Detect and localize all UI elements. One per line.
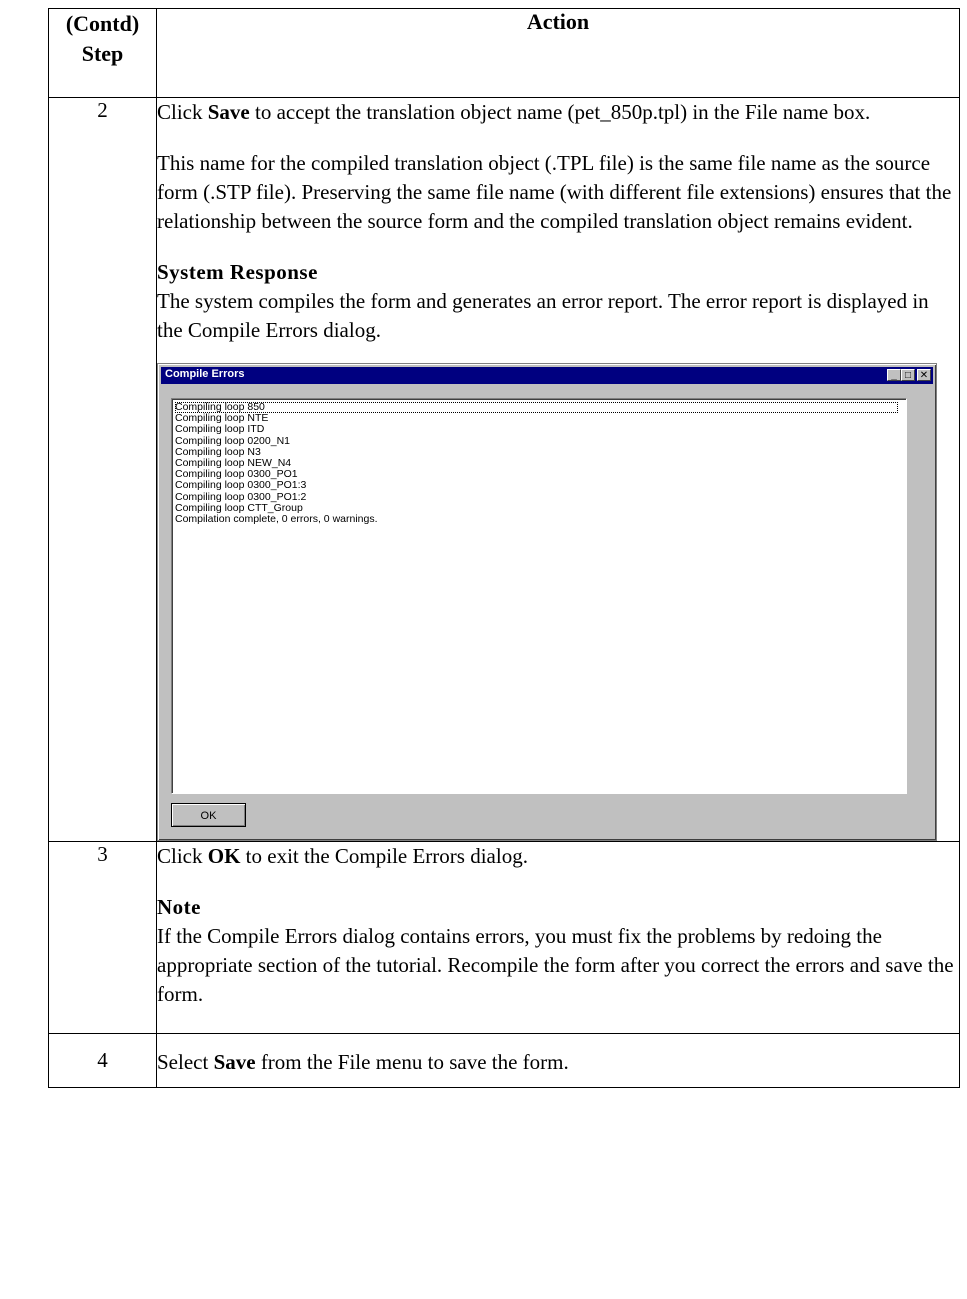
action-cell: Click OK to exit the Compile Errors dial…: [156, 841, 960, 1034]
instruction-text-pre: Select: [157, 1050, 214, 1074]
ok-button[interactable]: OK: [171, 803, 246, 827]
instruction-text-pre: Click: [157, 844, 208, 868]
step-header-line1: (Contd): [65, 11, 140, 36]
header-row: (Contd) Step Action: [48, 8, 960, 98]
step-column-header: (Contd) Step: [48, 8, 157, 98]
compile-errors-dialog: Compile Errors _ □ ✕ Compiling loop 850 C…: [157, 363, 937, 841]
step-number: 3: [48, 841, 157, 1034]
note-heading: Note: [157, 895, 201, 919]
instruction-text-post: from the File menu to save the form.: [255, 1050, 569, 1074]
list-item[interactable]: Compiling loop ITD: [175, 424, 906, 435]
instruction-text-post: to exit the Compile Errors dialog.: [240, 844, 528, 868]
list-item[interactable]: Compiling loop 0200_N1: [175, 435, 906, 447]
instruction-text: Click OK to exit the Compile Errors dial…: [157, 842, 959, 871]
list-item[interactable]: Compilation complete, 0 errors, 0 warnin…: [175, 513, 906, 525]
list-item[interactable]: Compiling loop 0300_PO1:3: [175, 480, 906, 491]
instruction-text-pre: Click: [157, 100, 208, 124]
instruction-text-post: to accept the translation object name (p…: [249, 100, 871, 124]
close-icon[interactable]: ✕: [917, 369, 931, 381]
compile-output-listbox[interactable]: Compiling loop 850 Compiling loop NTE Comp…: [171, 398, 907, 794]
step-number: 2: [48, 97, 157, 842]
explanation-text: This name for the compiled translation o…: [157, 151, 952, 233]
instruction-bold: OK: [207, 844, 241, 868]
instruction-text: Click Save to accept the translation obj…: [157, 98, 959, 127]
dialog-title: Compile Errors: [165, 368, 245, 380]
system-response-text: The system compiles the form and generat…: [157, 289, 929, 342]
note-text: If the Compile Errors dialog contains er…: [157, 924, 954, 1006]
minimize-icon[interactable]: _: [887, 369, 901, 381]
titlebar-buttons: _ □ ✕: [887, 369, 931, 381]
list-item[interactable]: Compiling loop 850: [175, 401, 898, 414]
instruction-text: Select Save from the File menu to save t…: [157, 1048, 959, 1077]
instruction-bold: Save: [207, 100, 250, 124]
list-item[interactable]: Compiling loop NTE: [175, 412, 906, 424]
table-row: 4 Select Save from the File menu to save…: [48, 1033, 960, 1088]
step-number: 4: [48, 1033, 157, 1088]
dialog-titlebar[interactable]: Compile Errors _ □ ✕: [161, 367, 933, 384]
table-row: 2 Click Save to accept the translation o…: [48, 97, 960, 842]
maximize-icon[interactable]: □: [901, 369, 915, 381]
action-cell: Click Save to accept the translation obj…: [156, 97, 960, 842]
table-row: 3 Click OK to exit the Compile Errors di…: [48, 841, 960, 1034]
system-response-heading: System Response: [157, 260, 318, 284]
procedure-table: (Contd) Step Action 2 Click Save to acce…: [48, 8, 960, 1088]
step-header-line2: Step: [81, 41, 124, 66]
action-cell: Select Save from the File menu to save t…: [156, 1033, 960, 1088]
action-column-header: Action: [156, 8, 960, 98]
instruction-bold: Save: [213, 1050, 256, 1074]
compile-output-list: Compiling loop 850 Compiling loop NTE Comp…: [172, 399, 906, 525]
